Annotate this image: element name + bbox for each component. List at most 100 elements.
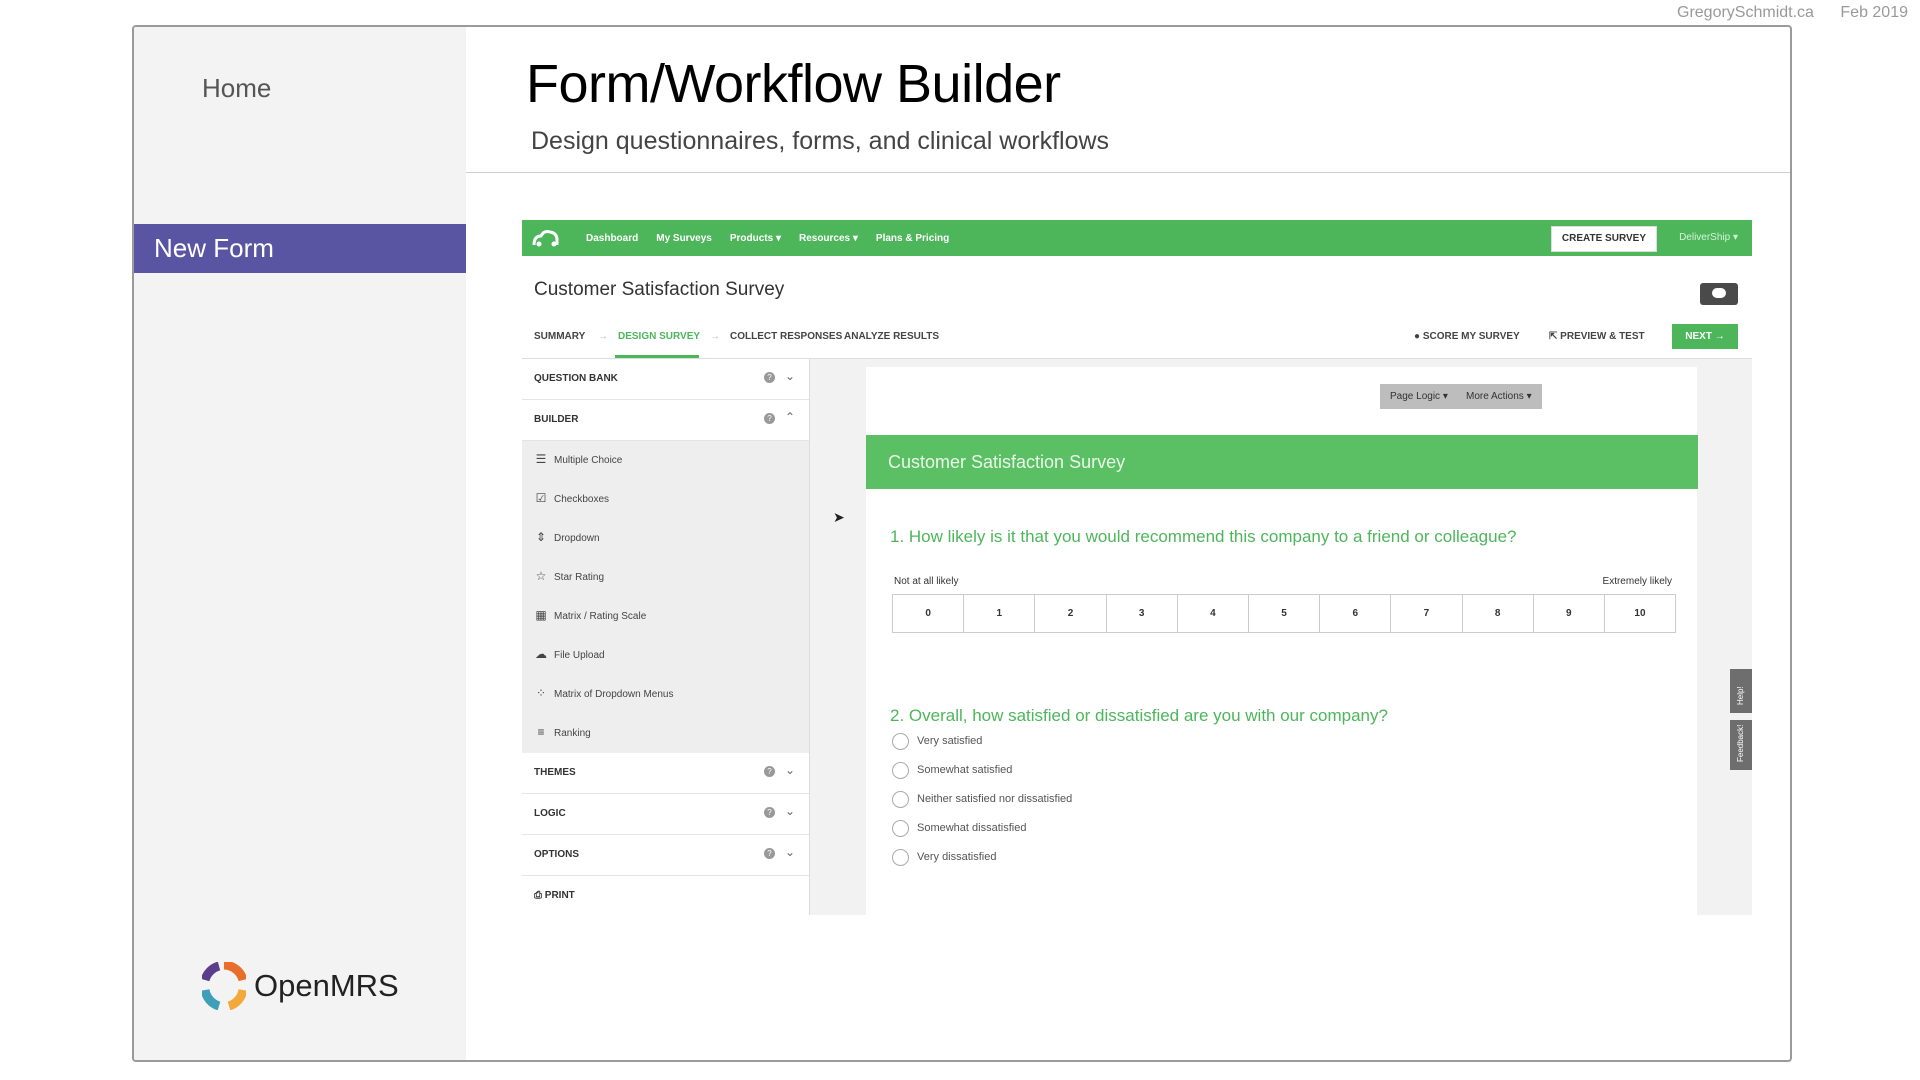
scale-option[interactable]: 7 (1391, 595, 1463, 632)
score-label: SCORE MY SURVEY (1422, 331, 1520, 342)
nav-plans-pricing[interactable]: Plans & Pricing (876, 233, 949, 244)
builder-item[interactable]: ⁘ Matrix of Dropdown Menus (522, 675, 809, 715)
scale-option[interactable]: 10 (1605, 595, 1675, 632)
help-icon[interactable]: ? (764, 766, 775, 777)
scale-option[interactable]: 8 (1463, 595, 1534, 632)
step-summary[interactable]: SUMMARY (534, 331, 585, 342)
checkbox-icon: ☑ (535, 491, 547, 505)
builder-item[interactable]: ☆ Star Rating (522, 558, 809, 598)
print-text: PRINT (544, 890, 575, 901)
next-button[interactable]: NEXT → (1672, 324, 1738, 349)
help-icon[interactable]: ? (764, 372, 775, 383)
scale-low-label: Not at all likely (894, 576, 959, 587)
scale-option[interactable]: 5 (1249, 595, 1321, 632)
create-survey-button[interactable]: CREATE SURVEY (1550, 226, 1657, 252)
builder-item-label: Star Rating (554, 572, 605, 583)
nav-resources[interactable]: Resources ▾ (799, 233, 858, 244)
radio-label: Somewhat satisfied (917, 764, 1013, 776)
builder-item[interactable]: ▦ Matrix / Rating Scale (522, 597, 809, 637)
step-design-survey[interactable]: DESIGN SURVEY (618, 331, 700, 342)
top-nav-bar: Dashboard My Surveys Products ▾ Resource… (522, 220, 1752, 256)
page-logic-button[interactable]: Page Logic ▾ (1380, 384, 1458, 409)
step-analyze-results[interactable]: ANALYZE RESULTS (844, 331, 939, 342)
section-options[interactable]: OPTIONS ? ⌄ (522, 835, 809, 876)
builder-screenshot: Dashboard My Surveys Products ▾ Resource… (522, 220, 1752, 915)
openmrs-logo: OpenMRS (202, 962, 399, 1010)
nav-home[interactable]: Home (202, 73, 271, 104)
question-1[interactable]: 1. How likely is it that you would recom… (890, 527, 1516, 547)
scale-option[interactable]: 9 (1534, 595, 1605, 632)
radio-label: Very satisfied (917, 735, 983, 747)
preview-test-button[interactable]: ⇱ PREVIEW & TEST (1549, 331, 1645, 342)
builder-item[interactable]: ⇕ Dropdown (522, 519, 809, 559)
builder-item[interactable]: ☑ Checkboxes (522, 480, 809, 520)
scale-option[interactable]: 1 (964, 595, 1036, 632)
brand-logo-icon[interactable] (531, 228, 561, 248)
nps-scale: 0 1 2 3 4 5 6 7 8 9 10 (892, 594, 1676, 633)
section-label: LOGIC (534, 808, 566, 819)
help-tab-label: Help! (1736, 686, 1745, 705)
section-themes[interactable]: THEMES ? ⌄ (522, 753, 809, 794)
chat-icon[interactable] (1700, 283, 1738, 305)
builder-item-label: Multiple Choice (554, 455, 623, 466)
builder-item-label: Dropdown (554, 533, 600, 544)
chevron-down-icon: ⌄ (784, 804, 795, 818)
builder-item[interactable]: ☁ File Upload (522, 636, 809, 676)
page-subtitle: Design questionnaires, forms, and clinic… (531, 127, 1110, 155)
section-builder[interactable]: BUILDER ? ⌃ (522, 400, 809, 441)
help-icon[interactable]: ? (764, 413, 775, 424)
nav-products[interactable]: Products ▾ (730, 233, 781, 244)
more-actions-button[interactable]: More Actions ▾ (1456, 384, 1542, 409)
nav-dashboard[interactable]: Dashboard (586, 233, 638, 244)
step-arrow-icon: → (598, 331, 608, 342)
scale-option[interactable]: 6 (1320, 595, 1392, 632)
print-row[interactable]: ⎙ PRINT (522, 876, 809, 915)
step-arrow-icon: → (825, 331, 835, 342)
radio-label: Very dissatisfied (917, 851, 997, 863)
scale-option[interactable]: 3 (1107, 595, 1178, 632)
radio-button[interactable] (892, 849, 909, 866)
section-label: BUILDER (534, 414, 579, 425)
dropdown-icon: ⇕ (535, 530, 547, 544)
print-label: ⎙ PRINT (534, 890, 575, 901)
scale-option[interactable]: 2 (1035, 595, 1107, 632)
section-label: THEMES (534, 767, 576, 778)
nav-my-surveys[interactable]: My Surveys (656, 233, 712, 244)
nav-new-form[interactable]: New Form (134, 224, 466, 273)
logo-text: OpenMRS (254, 968, 399, 1003)
external-link-icon: ⇱ (1549, 331, 1561, 342)
help-tab[interactable]: Help! (1730, 669, 1752, 713)
radio-button[interactable] (892, 820, 909, 837)
radio-button[interactable] (892, 733, 909, 750)
help-icon[interactable]: ? (764, 807, 775, 818)
radio-label: Somewhat dissatisfied (917, 822, 1027, 834)
step-arrow-icon: → (710, 331, 720, 342)
feedback-tab[interactable]: Feedback! (1730, 720, 1752, 770)
scale-option[interactable]: 4 (1178, 595, 1249, 632)
section-question-bank[interactable]: QUESTION BANK ? ⌄ (522, 359, 809, 400)
builder-item-label: Matrix / Rating Scale (554, 611, 647, 622)
section-label: OPTIONS (534, 849, 580, 860)
builder-item[interactable]: ≡ Ranking (522, 714, 809, 754)
radio-button[interactable] (892, 762, 909, 779)
upload-icon: ☁ (535, 647, 547, 661)
scale-option[interactable]: 0 (893, 595, 965, 632)
builder-item-label: File Upload (554, 650, 605, 661)
section-logic[interactable]: LOGIC ? ⌄ (522, 794, 809, 835)
mouse-cursor-icon: ➤ (833, 509, 845, 525)
builder-item-label: Ranking (554, 728, 591, 739)
credit-site: GregorySchmidt.ca (1677, 4, 1814, 21)
user-menu[interactable]: DeliverShip ▾ (1679, 220, 1738, 256)
grid-icon: ▦ (535, 608, 547, 622)
sidebar: Home New Form OpenMRS (134, 27, 466, 1060)
score-survey-button[interactable]: ● SCORE MY SURVEY (1414, 331, 1520, 342)
help-icon[interactable]: ? (764, 848, 775, 859)
radio-button[interactable] (892, 791, 909, 808)
page-header: Form/Workflow Builder Design questionnai… (466, 27, 1790, 173)
question-2[interactable]: 2. Overall, how satisfied or dissatisfie… (890, 706, 1388, 726)
star-icon: ☆ (535, 569, 547, 583)
survey-header[interactable]: Customer Satisfaction Survey (866, 435, 1698, 489)
builder-item[interactable]: ☰ Multiple Choice (522, 441, 809, 481)
top-nav: Dashboard My Surveys Products ▾ Resource… (586, 220, 949, 256)
active-step-underline (615, 355, 699, 358)
